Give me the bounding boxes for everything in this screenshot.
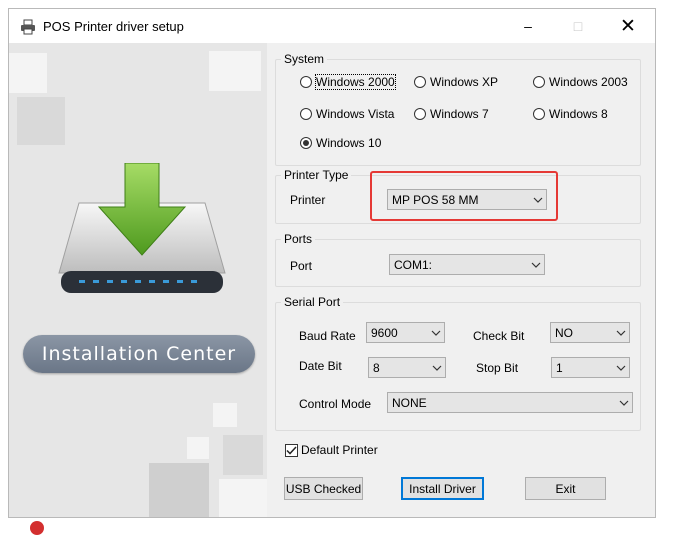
checkmark-icon[interactable]	[285, 443, 298, 457]
download-drive-icon	[58, 163, 226, 293]
radio-label: Windows 7	[430, 107, 489, 121]
maximize-button[interactable]: □	[555, 9, 601, 43]
radio-windows-7[interactable]: Windows 7	[414, 107, 489, 121]
radio-label: Windows 8	[549, 107, 608, 121]
close-button[interactable]: ✕	[605, 9, 651, 43]
printer-icon	[20, 19, 36, 35]
minimize-button[interactable]: –	[505, 9, 551, 43]
baud-rate-value: 9600	[371, 325, 398, 340]
install-driver-button[interactable]: Install Driver	[401, 477, 484, 500]
control-mode-select[interactable]: NONE	[387, 392, 633, 413]
port-label: Port	[290, 259, 313, 273]
decor-square	[223, 435, 263, 475]
background-strip	[0, 518, 673, 533]
decor-square	[213, 403, 237, 427]
chevron-down-icon	[613, 330, 629, 336]
radio-indicator[interactable]	[533, 108, 545, 120]
check-bit-label: Check Bit	[473, 329, 525, 343]
radio-windows-2003[interactable]: Windows 2003	[533, 75, 628, 89]
baud-rate-select[interactable]: 9600	[366, 322, 445, 343]
radio-label: Windows XP	[430, 75, 499, 89]
radio-windows-8[interactable]: Windows 8	[533, 107, 608, 121]
printer-highlight-annotation	[370, 171, 558, 221]
radio-indicator[interactable]	[300, 76, 312, 88]
radio-label: Windows 2000	[315, 74, 396, 90]
radio-indicator[interactable]	[414, 108, 426, 120]
check-bit-select[interactable]: NO	[550, 322, 630, 343]
printer-type-legend: Printer Type	[284, 168, 349, 182]
stop-bit-label: Stop Bit	[476, 361, 519, 375]
default-printer-checkbox[interactable]: Default Printer	[285, 443, 378, 457]
minimize-icon: –	[524, 18, 532, 34]
port-select[interactable]: COM1:	[389, 254, 545, 275]
chevron-down-icon	[429, 365, 445, 371]
radio-indicator[interactable]	[300, 137, 312, 149]
maximize-icon: □	[573, 18, 583, 34]
chevron-down-icon	[616, 400, 632, 406]
radio-label: Windows Vista	[316, 107, 395, 121]
title-bar[interactable]: POS Printer driver setup – □ ✕	[9, 9, 655, 43]
radio-windows-vista[interactable]: Windows Vista	[300, 107, 394, 121]
decor-square	[219, 479, 267, 517]
system-legend: System	[284, 52, 325, 66]
printer-label: Printer	[290, 193, 326, 207]
chevron-down-icon	[428, 330, 444, 336]
chevron-down-icon	[613, 365, 629, 371]
serial-port-legend: Serial Port	[284, 295, 341, 309]
stop-bit-select[interactable]: 1	[551, 357, 630, 378]
baud-rate-label: Baud Rate	[299, 329, 356, 343]
decor-square	[9, 53, 47, 93]
chevron-down-icon	[528, 262, 544, 268]
setup-window: POS Printer driver setup – □ ✕ Installat…	[8, 8, 656, 518]
radio-indicator[interactable]	[414, 76, 426, 88]
check-bit-value: NO	[555, 325, 573, 340]
stop-bit-value: 1	[556, 360, 563, 375]
radio-windows-2000[interactable]: Windows 2000	[300, 74, 396, 90]
decor-square	[149, 463, 209, 517]
date-bit-value: 8	[373, 360, 380, 375]
radio-label: Windows 2003	[549, 75, 628, 89]
default-printer-label: Default Printer	[301, 443, 378, 457]
close-icon: ✕	[620, 15, 636, 37]
installation-center-banner: Installation Center	[23, 335, 255, 373]
exit-button[interactable]: Exit	[525, 477, 606, 500]
decor-square	[17, 97, 65, 145]
port-value: COM1:	[394, 257, 433, 272]
date-bit-select[interactable]: 8	[368, 357, 446, 378]
usb-checked-button[interactable]: USB Checked	[284, 477, 363, 500]
radio-windows-10[interactable]: Windows 10	[300, 136, 381, 150]
date-bit-label: Date Bit	[299, 359, 342, 373]
control-mode-label: Control Mode	[299, 397, 372, 411]
radio-indicator[interactable]	[533, 76, 545, 88]
window-title: POS Printer driver setup	[43, 19, 184, 34]
ports-legend: Ports	[284, 232, 313, 246]
decor-square	[187, 437, 209, 459]
control-mode-value: NONE	[392, 395, 427, 410]
installation-banner-panel: Installation Center	[9, 43, 267, 517]
radio-label: Windows 10	[316, 136, 382, 150]
radio-windows-xp[interactable]: Windows XP	[414, 75, 498, 89]
decor-square	[209, 51, 261, 91]
radio-indicator[interactable]	[300, 108, 312, 120]
